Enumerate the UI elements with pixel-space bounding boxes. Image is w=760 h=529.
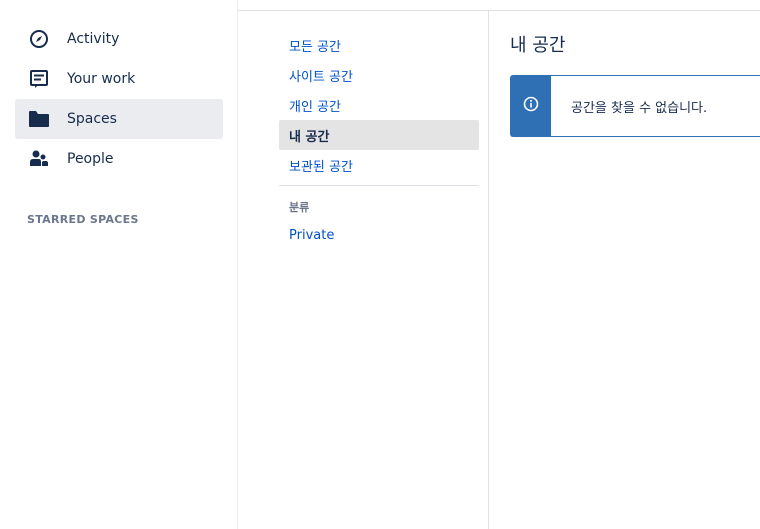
page-title: 내 공간 <box>510 35 566 56</box>
sidebar-item-activity[interactable]: Activity <box>15 19 223 59</box>
sidebar-item-people[interactable]: People <box>15 139 223 179</box>
filter-personal-spaces[interactable]: 개인 공간 <box>279 90 479 120</box>
filter-archived-spaces[interactable]: 보관된 공간 <box>279 150 479 180</box>
app-root: Activity Your work Spaces People STARRED… <box>0 0 760 529</box>
filter-my-spaces[interactable]: 내 공간 <box>279 120 479 150</box>
people-icon <box>28 148 50 170</box>
category-private[interactable]: Private <box>279 220 479 250</box>
space-filter-panel: 모든 공간 사이트 공간 개인 공간 내 공간 보관된 공간 분류 Privat… <box>238 11 489 529</box>
info-message-text: 공간을 찾을 수 없습니다. <box>571 100 708 116</box>
main-content: 내 공간 공간을 찾을 수 없습니다. <box>490 11 760 529</box>
info-strip <box>511 76 551 136</box>
sidebar-item-your-work[interactable]: Your work <box>15 59 223 99</box>
info-icon <box>523 96 539 116</box>
compass-icon <box>28 28 50 50</box>
folder-icon <box>28 108 50 130</box>
starred-spaces-heading: STARRED SPACES <box>27 213 139 226</box>
document-icon <box>28 68 50 90</box>
sidebar-item-label: Spaces <box>67 111 117 127</box>
category-heading: 분류 <box>289 201 310 214</box>
filter-all-spaces[interactable]: 모든 공간 <box>279 30 479 60</box>
filter-divider <box>279 185 479 186</box>
sidebar: Activity Your work Spaces People STARRED… <box>0 0 238 529</box>
info-message-box: 공간을 찾을 수 없습니다. <box>510 75 760 137</box>
sidebar-item-label: Your work <box>67 71 136 87</box>
sidebar-item-label: Activity <box>67 31 120 47</box>
filter-site-spaces[interactable]: 사이트 공간 <box>279 60 479 90</box>
sidebar-item-spaces[interactable]: Spaces <box>15 99 223 139</box>
sidebar-item-label: People <box>67 151 114 167</box>
